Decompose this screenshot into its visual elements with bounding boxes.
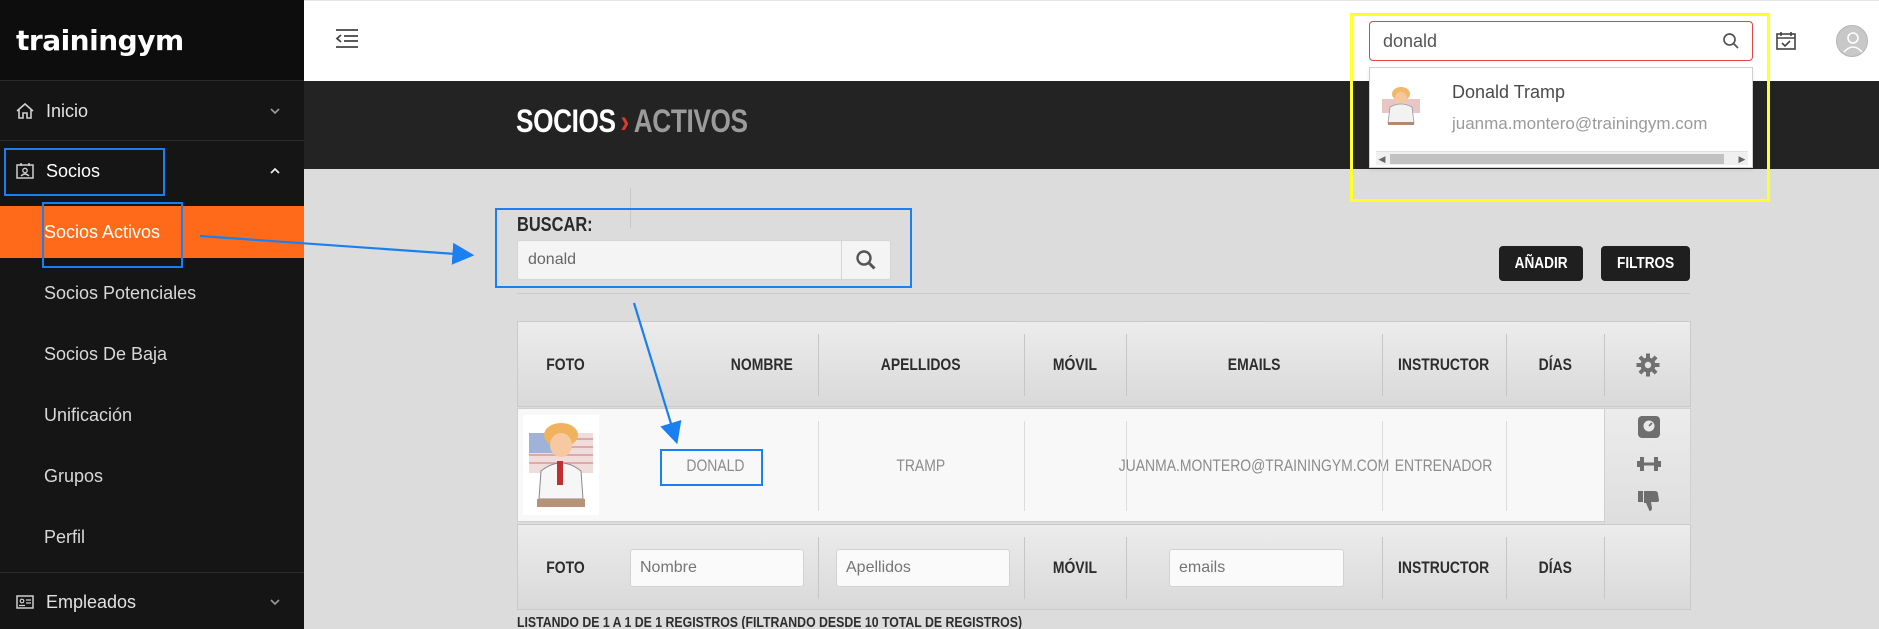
divider bbox=[1126, 537, 1127, 599]
member-photo[interactable] bbox=[523, 415, 599, 515]
sidebar-subitem-unificacion[interactable]: Unificación bbox=[0, 389, 304, 441]
column-header-instructor[interactable]: INSTRUCTOR bbox=[1382, 322, 1506, 408]
member-search-button[interactable] bbox=[841, 241, 890, 279]
sidebar-item-label: Empleados bbox=[46, 591, 137, 612]
divider bbox=[1604, 537, 1605, 599]
sidebar-subitem-grupos[interactable]: Grupos bbox=[0, 450, 304, 502]
scale-icon[interactable] bbox=[1637, 415, 1661, 439]
filter-label-foto: FOTO bbox=[545, 558, 585, 577]
cell-nombre[interactable]: DONALD bbox=[612, 409, 818, 523]
cell-movil bbox=[1024, 409, 1126, 523]
listing-summary: LISTANDO DE 1 A 1 DE 1 REGISTROS (FILTRA… bbox=[517, 614, 1023, 629]
sidebar-subitem-socios-de-baja[interactable]: Socios De Baja bbox=[0, 328, 304, 380]
chevron-up-icon bbox=[270, 167, 280, 174]
breadcrumb-separator: › bbox=[620, 103, 630, 139]
table-header: FOTO NOMBRE APELLIDOS MÓVIL EMAILS INSTR… bbox=[517, 321, 1691, 407]
filter-apellidos-input[interactable] bbox=[836, 549, 1010, 587]
table-filter-row: FOTO MÓVIL INSTRUCTOR DÍAS bbox=[517, 524, 1691, 610]
sidebar-subitem-socios-activos[interactable]: Socios Activos bbox=[0, 206, 304, 258]
cell-apellidos: TRAMP bbox=[896, 456, 946, 475]
global-search-input[interactable] bbox=[1383, 31, 1703, 52]
id-card-icon bbox=[14, 160, 36, 182]
autocomplete-result-name[interactable]: Donald Tramp bbox=[1452, 82, 1565, 103]
table-row[interactable]: DONALD TRAMP JUANMA.MONTERO@TRAININGYM.C… bbox=[517, 408, 1691, 523]
filter-emails-input[interactable] bbox=[1169, 549, 1344, 587]
chevron-down-icon bbox=[270, 599, 280, 606]
sidebar-item-empleados[interactable]: Empleados bbox=[0, 573, 304, 629]
home-icon bbox=[14, 100, 36, 122]
row-actions bbox=[1604, 409, 1690, 523]
calendar-check-icon[interactable] bbox=[1775, 30, 1797, 52]
global-search-box[interactable] bbox=[1369, 21, 1753, 61]
filters-button-label: FILTROS bbox=[1616, 254, 1675, 272]
add-button[interactable]: AÑADIR bbox=[1499, 246, 1583, 281]
member-search-input[interactable] bbox=[528, 251, 828, 269]
scroll-right-icon[interactable]: ▶ bbox=[1736, 152, 1748, 166]
member-photo-thumbnail[interactable] bbox=[1378, 79, 1424, 127]
breadcrumb-subsection: ACTIVOS bbox=[633, 103, 748, 139]
sidebar-item-inicio[interactable]: Inicio bbox=[0, 82, 304, 140]
divider bbox=[818, 537, 819, 599]
employee-card-icon bbox=[14, 591, 36, 613]
sidebar: trainingym Inicio Socios Socios Activos … bbox=[0, 0, 304, 629]
horizontal-scrollbar[interactable]: ◀ ▶ bbox=[1376, 151, 1748, 165]
column-header-apellidos[interactable]: APELLIDOS bbox=[818, 322, 1024, 408]
filter-label-instructor: INSTRUCTOR bbox=[1398, 558, 1490, 577]
scroll-left-icon[interactable]: ◀ bbox=[1376, 152, 1388, 166]
cell-email: JUANMA.MONTERO@TRAININGYM.COM bbox=[1118, 456, 1390, 475]
column-header-emails[interactable]: EMAILS bbox=[1126, 322, 1382, 408]
search-autocomplete-dropdown: Donald Tramp juanma.montero@trainingym.c… bbox=[1369, 67, 1753, 168]
breadcrumb-section[interactable]: SOCIOS bbox=[516, 103, 616, 139]
menu-collapse-icon[interactable] bbox=[334, 27, 360, 49]
add-button-label: AÑADIR bbox=[1514, 254, 1568, 272]
sidebar-subitem-socios-potenciales[interactable]: Socios Potenciales bbox=[0, 267, 304, 319]
app-logo[interactable]: trainingym bbox=[0, 0, 304, 81]
autocomplete-result-email[interactable]: juanma.montero@trainingym.com bbox=[1452, 114, 1707, 134]
user-avatar-icon[interactable] bbox=[1836, 25, 1868, 57]
sidebar-subitem-perfil[interactable]: Perfil bbox=[0, 511, 304, 563]
filter-nombre-input[interactable] bbox=[630, 549, 804, 587]
search-icon bbox=[856, 250, 876, 270]
member-search-box[interactable] bbox=[517, 240, 891, 280]
filter-label-dias: DÍAS bbox=[1538, 558, 1572, 577]
sidebar-item-label: Socios bbox=[46, 160, 101, 181]
column-header-dias[interactable]: DÍAS bbox=[1506, 322, 1604, 408]
filter-label-movil: MÓVIL bbox=[1052, 558, 1098, 577]
divider bbox=[630, 188, 631, 228]
dumbbell-icon[interactable] bbox=[1637, 452, 1661, 476]
chevron-down-icon bbox=[270, 108, 280, 115]
page-title: SOCIOS › ACTIVOS bbox=[516, 103, 748, 140]
search-icon[interactable] bbox=[1722, 32, 1740, 50]
cell-dias bbox=[1506, 409, 1604, 523]
thumbs-down-icon[interactable] bbox=[1637, 489, 1661, 513]
column-header-movil[interactable]: MÓVIL bbox=[1024, 322, 1126, 408]
sidebar-item-label: Inicio bbox=[46, 100, 89, 121]
divider bbox=[0, 140, 304, 141]
divider bbox=[517, 293, 1690, 294]
scrollbar-thumb[interactable] bbox=[1390, 154, 1724, 164]
table-settings-button[interactable] bbox=[1604, 322, 1692, 408]
column-header-foto[interactable]: FOTO bbox=[518, 322, 612, 408]
sidebar-item-socios[interactable]: Socios bbox=[0, 142, 304, 200]
filters-button[interactable]: FILTROS bbox=[1601, 246, 1690, 281]
gear-icon bbox=[1636, 353, 1660, 377]
search-label: BUSCAR: bbox=[517, 214, 593, 236]
cell-instructor: ENTRENADOR bbox=[1395, 456, 1493, 475]
